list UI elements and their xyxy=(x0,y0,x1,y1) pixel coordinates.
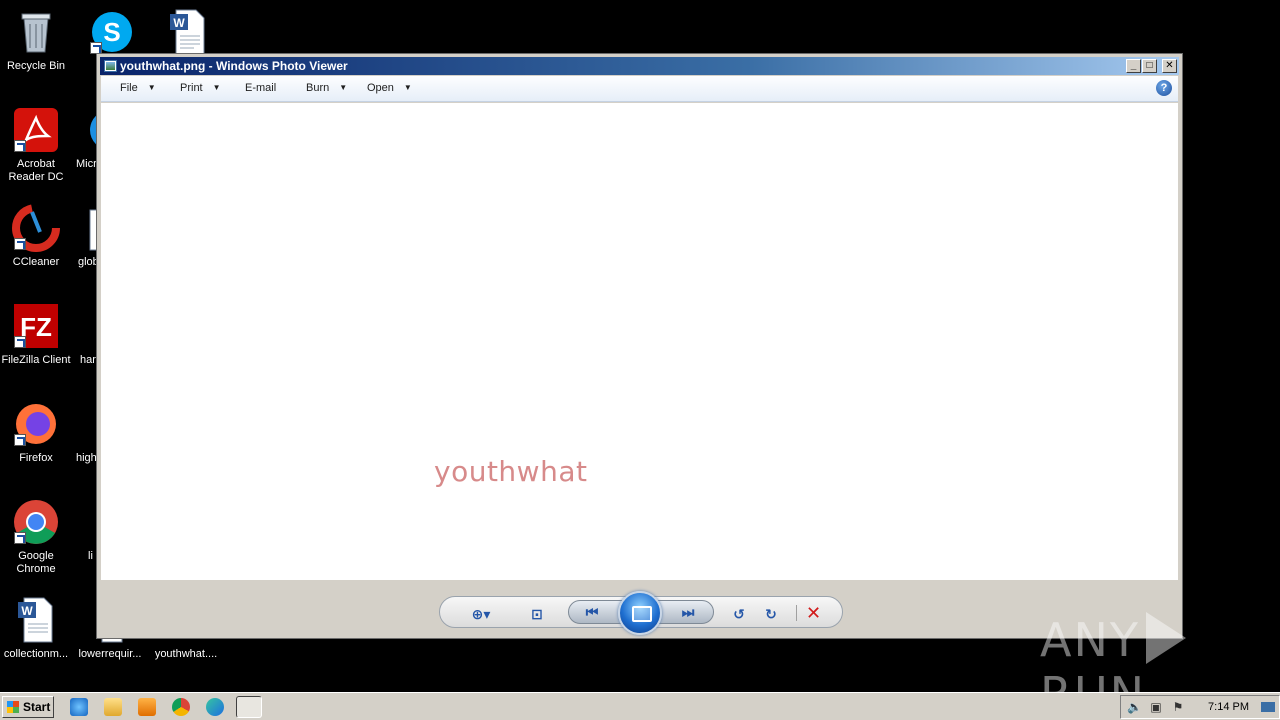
menu-open[interactable]: Open ▼ xyxy=(367,82,412,94)
shortcut-arrow-icon xyxy=(14,532,26,544)
toolbar-divider xyxy=(796,605,797,621)
chevron-down-icon: ▼ xyxy=(339,83,348,92)
desktop-icon-collection[interactable]: W collectionm... xyxy=(0,596,74,661)
window-title: youthwhat.png - Windows Photo Viewer xyxy=(120,59,348,73)
taskbar: Start 🔈 ▣ ⚑ 7:14 PM xyxy=(0,692,1280,720)
filezilla-icon: FZ xyxy=(12,302,60,350)
play-triangle-icon xyxy=(1145,612,1186,664)
shortcut-arrow-icon xyxy=(14,336,26,348)
desktop-icon-label: Google Chrome xyxy=(16,550,56,575)
photo-viewer-window: youthwhat.png - Windows Photo Viewer _ □… xyxy=(96,53,1183,639)
desktop-icon-filezilla[interactable]: FZ FileZilla Client xyxy=(0,302,74,367)
firefox-icon xyxy=(12,400,60,448)
photo-viewer-icon xyxy=(104,60,117,72)
desktop-icon-label: Recycle Bin xyxy=(6,60,66,72)
menu-email[interactable]: E-mail xyxy=(245,82,276,94)
command-bar: File ▼ Print ▼ E-mail Burn ▼ Open ▼ ? xyxy=(101,76,1178,102)
shortcut-arrow-icon xyxy=(14,140,26,152)
clock[interactable]: 7:14 PM xyxy=(1208,701,1249,713)
chrome-icon[interactable] xyxy=(172,698,190,716)
edge-icon xyxy=(86,106,96,154)
system-tray: 🔈 ▣ ⚑ 7:14 PM xyxy=(1120,695,1280,719)
shortcut-arrow-icon xyxy=(14,434,26,446)
recycle-bin-icon xyxy=(12,8,60,56)
desktop-icon-label: Acrobat Reader DC xyxy=(8,158,64,183)
acrobat-icon xyxy=(12,106,60,154)
desktop-icon-label: youthwhat.... xyxy=(154,648,218,660)
image-canvas: youthwhat xyxy=(101,103,1178,580)
title-bar[interactable]: youthwhat.png - Windows Photo Viewer _ □… xyxy=(100,57,1179,75)
word-doc-icon: W xyxy=(164,8,212,56)
desktop-icon-li[interactable]: li xyxy=(74,498,96,563)
volume-icon[interactable]: 🔈 xyxy=(1127,700,1142,714)
playback-toolbar: ⊕▾ ⊡ ⏮ ⏭ ↺ ↻ ✕ xyxy=(101,580,1178,635)
desktop-icon-label: FileZilla Client xyxy=(1,354,71,366)
chevron-down-icon: ▼ xyxy=(212,83,221,92)
desktop-icon-ccleaner[interactable]: CCleaner xyxy=(0,204,74,269)
slideshow-button[interactable] xyxy=(618,591,662,635)
desktop-icon-firefox[interactable]: Firefox xyxy=(0,400,74,465)
chevron-down-icon: ▼ xyxy=(147,83,156,92)
menu-print[interactable]: Print ▼ xyxy=(180,82,221,94)
desktop-icon-chrome[interactable]: Google Chrome xyxy=(0,498,74,576)
svg-text:S: S xyxy=(103,17,120,47)
desktop-icon-label: CCleaner xyxy=(12,256,60,268)
rotate-right-icon[interactable]: ↻ xyxy=(760,605,782,623)
controls-pill: ⊕▾ ⊡ ⏮ ⏭ ↺ ↻ ✕ xyxy=(439,591,843,635)
desktop-icon-edge[interactable]: Micr xyxy=(74,106,96,171)
shortcut-arrow-icon xyxy=(14,238,26,250)
menu-burn[interactable]: Burn ▼ xyxy=(306,82,347,94)
desktop-icon-label: glob xyxy=(78,256,96,268)
image-content-text: youthwhat xyxy=(434,455,588,488)
next-icon[interactable]: ⏭ xyxy=(677,603,699,621)
svg-text:W: W xyxy=(21,604,33,618)
ccleaner-icon xyxy=(12,204,60,252)
desktop-icon-label: Micr xyxy=(76,158,96,170)
desktop-icon-label: Firefox xyxy=(19,452,53,464)
zoom-icon[interactable]: ⊕▾ xyxy=(470,605,492,623)
desktop-icon-recycle-bin[interactable]: Recycle Bin xyxy=(0,8,74,73)
explorer-icon[interactable] xyxy=(104,698,122,716)
flag-icon[interactable]: ⚑ xyxy=(1171,700,1185,714)
chrome-icon xyxy=(12,498,60,546)
desktop-icon-glob[interactable]: glob xyxy=(74,204,96,269)
desktop-icon-label: har xyxy=(80,354,96,366)
word-doc-icon xyxy=(88,204,96,252)
rotate-left-icon[interactable]: ↺ xyxy=(728,605,750,623)
ie-icon[interactable] xyxy=(70,698,88,716)
previous-icon[interactable]: ⏮ xyxy=(581,603,603,621)
desktop-icon-label: collectionm... xyxy=(3,648,69,660)
media-player-icon[interactable] xyxy=(138,698,156,716)
word-doc-icon: W xyxy=(12,596,60,644)
desktop-icon-label: lowerrequir... xyxy=(78,648,142,660)
desktop-icon-label: high xyxy=(76,452,96,464)
network-icon[interactable]: ▣ xyxy=(1149,700,1163,714)
desktop-icon-label: li xyxy=(88,550,93,562)
actual-size-icon[interactable]: ⊡ xyxy=(526,605,548,623)
start-button[interactable]: Start xyxy=(2,696,54,718)
minimize-button[interactable]: _ xyxy=(1126,59,1141,73)
delete-icon[interactable]: ✕ xyxy=(806,603,821,623)
chevron-down-icon: ▼ xyxy=(403,83,412,92)
close-button[interactable]: ✕ xyxy=(1162,59,1177,73)
maximize-button[interactable]: □ xyxy=(1142,59,1157,73)
photo-viewer-taskbar-icon[interactable] xyxy=(236,696,262,718)
edge-icon[interactable] xyxy=(206,698,224,716)
menu-file[interactable]: File ▼ xyxy=(120,82,156,94)
desktop-icon-acrobat[interactable]: Acrobat Reader DC xyxy=(0,106,74,184)
skype-icon: S xyxy=(88,8,136,56)
windows-logo-icon xyxy=(7,701,19,713)
show-desktop-icon[interactable] xyxy=(1261,702,1275,712)
help-icon[interactable]: ? xyxy=(1156,80,1172,96)
svg-text:W: W xyxy=(173,16,185,30)
desktop-icon-high[interactable]: high xyxy=(74,400,96,465)
desktop-icon-har[interactable]: har xyxy=(74,302,96,367)
